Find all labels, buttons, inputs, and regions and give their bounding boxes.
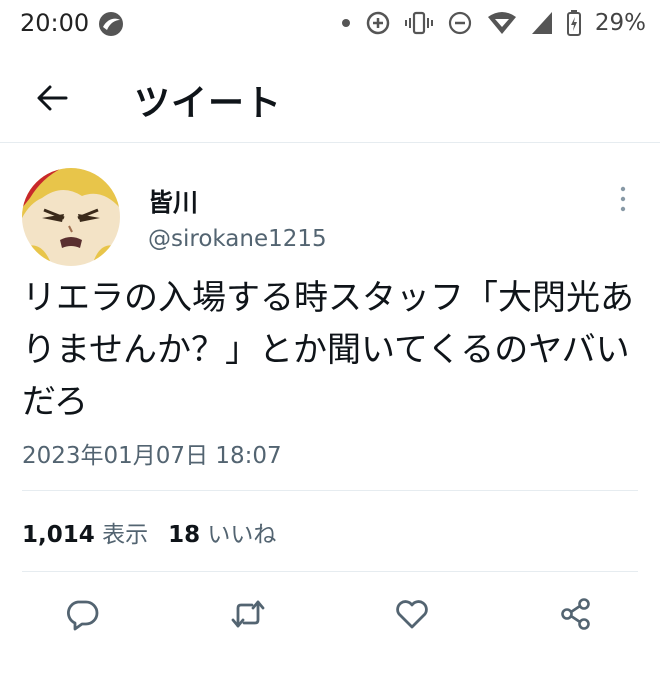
more-options-icon[interactable] xyxy=(614,184,632,214)
app-icon xyxy=(99,12,123,36)
status-time: 20:00 xyxy=(20,9,90,37)
retweet-icon[interactable] xyxy=(230,596,266,632)
status-icons: 29% xyxy=(341,9,646,37)
wifi-icon xyxy=(487,12,516,34)
likes-label: いいね xyxy=(207,522,277,548)
signal-icon xyxy=(531,12,552,34)
divider xyxy=(22,490,638,491)
dot-icon xyxy=(341,19,350,27)
header: ツイート xyxy=(0,56,660,143)
tweet-text: リエラの入場する時スタッフ「大閃光ありませんか？」とか聞いてくるのヤバいだろ xyxy=(22,278,634,422)
views-label: 表示 xyxy=(102,522,149,548)
arrow-left-icon[interactable] xyxy=(34,80,70,116)
vibrate-icon xyxy=(404,11,433,35)
username[interactable]: @sirokane1215 xyxy=(148,226,327,252)
battery-icon xyxy=(566,10,581,36)
divider xyxy=(22,571,638,572)
likes-stat[interactable]: 18 いいね xyxy=(168,515,276,549)
views-stat: 1,014 表示 xyxy=(22,515,148,549)
reply-icon[interactable] xyxy=(64,596,100,632)
do-not-disturb-icon xyxy=(448,11,471,35)
likes-count: 18 xyxy=(168,522,201,548)
tweet-stats: 1,014 表示 18 いいね xyxy=(22,515,296,549)
views-count: 1,014 xyxy=(22,522,95,548)
data-saver-icon xyxy=(366,11,390,35)
avatar-image xyxy=(22,168,120,266)
status-bar: 20:00 29% xyxy=(0,0,660,46)
action-bar xyxy=(0,590,660,642)
avatar[interactable] xyxy=(22,168,120,266)
page-title: ツイート xyxy=(134,83,283,124)
battery-percent: 29% xyxy=(594,10,646,36)
timestamp[interactable]: 2023年01月07日 18:07 xyxy=(22,436,282,470)
share-icon[interactable] xyxy=(558,596,594,632)
like-icon[interactable] xyxy=(394,596,430,632)
display-name[interactable]: 皆川 xyxy=(148,183,198,219)
